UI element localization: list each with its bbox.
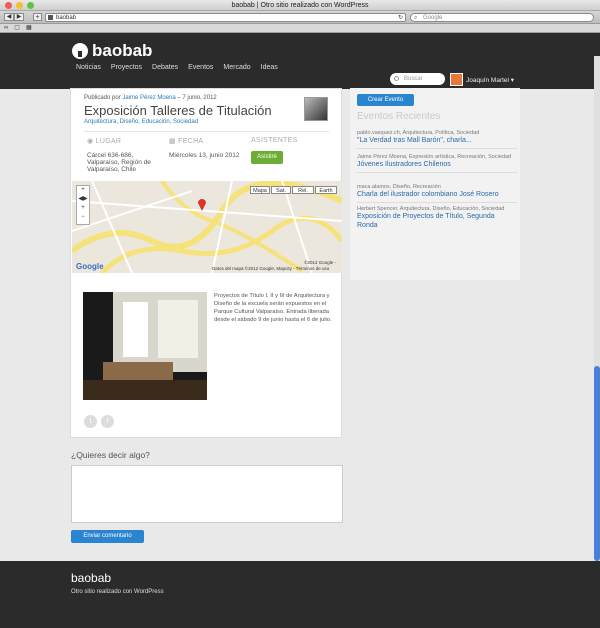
user-avatar[interactable] (450, 73, 463, 86)
post-categories[interactable]: Arquitectura, Diseño, Educación, Socieda… (84, 119, 198, 125)
close-window-button[interactable] (5, 2, 12, 9)
browser-search-field[interactable]: ⌕ Google (410, 13, 594, 22)
exhibition-photo-image (83, 292, 207, 400)
google-logo: Google (76, 262, 104, 271)
map-type-rel[interactable]: Rel. (292, 186, 314, 194)
add-bookmark-button[interactable]: + (33, 13, 42, 21)
main-nav: Noticias Proyectos Debates Eventos Merca… (76, 64, 288, 71)
top-sites-icon[interactable]: ▦ (26, 24, 32, 32)
minimize-window-button[interactable] (16, 2, 23, 9)
crear-evento-button[interactable]: Crear Evento (357, 94, 414, 106)
site-footer: baobab Otro sitio realizado con WordPres… (0, 561, 600, 628)
site-header: baobab Noticias Proyectos Debates Evento… (0, 33, 600, 89)
site-logo-text: baobab (92, 41, 153, 60)
search-icon: ⌕ (414, 15, 418, 21)
event-link[interactable]: Exposición de Proyectos de Título, Segun… (357, 212, 517, 230)
event-post: Publicado por Jaime Pérez Moena – 7 juni… (70, 88, 342, 438)
map-copyright[interactable]: Datos del mapa ©2012 Google, Mapcity - T… (212, 266, 329, 271)
window-controls[interactable] (5, 2, 34, 9)
search-icon (394, 76, 399, 81)
list-item: pablo.vasquez.ch, Arquitectura, Política… (357, 130, 517, 149)
nav-ideas[interactable]: Ideas (261, 64, 278, 71)
page-title: Exposición Talleres de Titulación (84, 103, 272, 118)
map-type-mapa[interactable]: Mapa (250, 186, 270, 194)
bookmarks-icon[interactable]: ▢ (14, 24, 20, 32)
nav-debates[interactable]: Debates (152, 64, 178, 71)
comment-textarea[interactable] (71, 465, 343, 523)
list-item: Herbert Spencer, Arquitectura, Diseño, E… (357, 206, 517, 230)
eventos-recientes-heading: Eventos Recientes (357, 111, 441, 122)
zoom-window-button[interactable] (27, 2, 34, 9)
window-titlebar: baobab | Otro sitio realizado con WordPr… (0, 0, 600, 11)
event-link[interactable]: Charla del ilustrador colombiano José Ro… (357, 190, 517, 199)
event-description: Proyectos de Título I, II y III de Arqui… (214, 293, 332, 323)
user-menu[interactable]: Joaquín Martel ▾ (466, 76, 514, 84)
nav-proyectos[interactable]: Proyectos (111, 64, 142, 71)
reload-icon[interactable]: ↻ (398, 14, 403, 22)
event-map[interactable]: Mapa Sat. Rel. Earth + ◀▶ + − Google ©2012 … (72, 181, 342, 273)
fecha-value: Miércoles 13, junio 2012 (169, 152, 240, 159)
meta-prefix: Publicado por (84, 95, 121, 101)
event-photo[interactable] (83, 292, 207, 400)
footer-tagline: Otro sitio realizado con WordPress (71, 589, 164, 595)
site-search-input[interactable]: Buscar (390, 73, 445, 85)
site-search-placeholder: Buscar (404, 76, 423, 82)
nav-mercado[interactable]: Mercado (223, 64, 250, 71)
map-copyright-small: ©2012 Google - (304, 260, 336, 265)
asistire-button[interactable]: Asistiré (251, 151, 283, 164)
list-item: Jaime Pérez Moena, Expresión artística, … (357, 154, 517, 173)
bookmarks-bar: ∞ ▢ ▦ (0, 24, 600, 33)
nav-eventos[interactable]: Eventos (188, 64, 213, 71)
lugar-value: Cárcel 636-686, Valparaíso, Región de Va… (87, 152, 151, 173)
author-link[interactable]: Jaime Pérez Moena (122, 95, 175, 101)
reading-list-icon[interactable]: ∞ (4, 24, 8, 32)
sidebar: Crear Evento Eventos Recientes pablo.vas… (350, 88, 520, 280)
event-link[interactable]: Jóvenes Ilustradores Chilenos (357, 160, 517, 169)
site-logo[interactable]: baobab (72, 41, 152, 61)
share-buttons: t f (84, 415, 114, 428)
map-zoom-control[interactable]: + ◀▶ + − (76, 185, 90, 225)
author-avatar[interactable] (304, 97, 328, 121)
browser-toolbar: ◀ ▶ + baobab ↻ ⌕ Google (0, 11, 600, 24)
map-type-earth[interactable]: Earth (315, 186, 337, 194)
facebook-icon[interactable]: f (101, 415, 114, 428)
site-icon (48, 15, 53, 20)
enviar-comentario-button[interactable]: Enviar comentario (71, 530, 144, 543)
scrollbar-thumb[interactable] (594, 366, 600, 561)
asistentes-header: ASISTENTES (251, 137, 298, 144)
list-item: maca.alamos, Diseño, Recreación Charla d… (357, 184, 517, 203)
address-bar[interactable]: baobab ↻ (45, 13, 406, 22)
window-title: baobab | Otro sitio realizado con WordPr… (231, 2, 369, 9)
lugar-header: ◉ LUGAR (87, 138, 122, 145)
comment-heading: ¿Quieres decir algo? (71, 450, 150, 460)
event-link[interactable]: "La Verdad tras Mall Barón", charla... (357, 136, 517, 145)
divider (84, 131, 329, 132)
page-scrollbar[interactable] (594, 56, 600, 561)
post-meta: Publicado por Jaime Pérez Moena – 7 juni… (84, 95, 217, 101)
twitter-icon[interactable]: t (84, 415, 97, 428)
fecha-header: ▦ FECHA (169, 138, 204, 145)
forward-icon[interactable]: ▶ (14, 13, 24, 21)
map-type-sat[interactable]: Sat. (271, 186, 291, 194)
footer-logo[interactable]: baobab (71, 571, 111, 585)
nav-noticias[interactable]: Noticias (76, 64, 101, 71)
back-icon[interactable]: ◀ (4, 13, 14, 21)
post-date: – 7 junio, 2012 (177, 95, 217, 101)
browser-search-placeholder: Google (423, 15, 443, 21)
url-text: baobab (56, 15, 77, 21)
baobab-tree-icon (72, 43, 88, 59)
